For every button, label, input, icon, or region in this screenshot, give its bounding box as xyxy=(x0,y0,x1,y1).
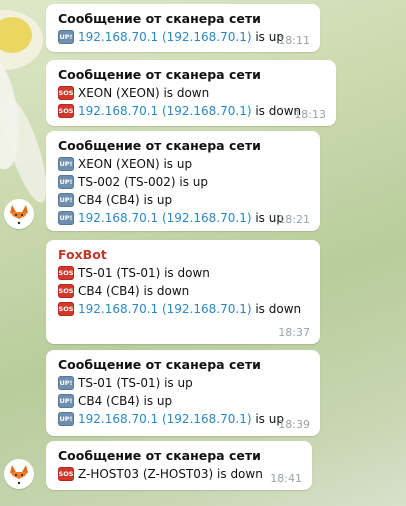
ip-link[interactable]: 192.168.70.1 xyxy=(78,30,158,44)
message-time: 18:37 xyxy=(278,326,310,339)
status-text: Z-HOST03 (Z-HOST03) is down xyxy=(78,467,263,481)
message-sender: Сообщение от сканера сети xyxy=(58,448,261,463)
status-sos-icon: SOS xyxy=(58,86,74,100)
status-text: TS-01 (TS-01) is up xyxy=(78,376,193,390)
message-line: UP! CB4 (CB4) is up xyxy=(58,191,308,209)
ip-link[interactable]: 192.168.70.1 xyxy=(78,211,158,225)
status-up-icon: UP! xyxy=(58,394,74,408)
message-line: UP! TS-01 (TS-01) is up xyxy=(58,374,308,392)
message-line: UP! 192.168.70.1 (192.168.70.1) is up xyxy=(58,28,308,46)
fox-icon xyxy=(10,205,28,225)
status-text: XEON (XEON) is down xyxy=(78,86,210,100)
status-sos-icon: SOS xyxy=(58,104,74,118)
status-text: CB4 (CB4) is up xyxy=(78,193,173,207)
message-time: 18:41 xyxy=(270,472,302,485)
status-text: CB4 (CB4) is down xyxy=(78,284,190,298)
status-up-icon: UP! xyxy=(58,30,74,44)
foxbot-avatar[interactable] xyxy=(4,199,34,229)
message-line: SOS XEON (XEON) is down xyxy=(58,84,324,102)
message-sender: Сообщение от сканера сети xyxy=(58,357,261,372)
message-bubble[interactable]: Сообщение от сканера сети UP! XEON (XEON… xyxy=(46,131,320,231)
status-text: TS-002 (TS-002) is up xyxy=(78,175,208,189)
message-sender: Сообщение от сканера сети xyxy=(58,11,261,26)
message-sender: Сообщение от сканера сети xyxy=(58,67,261,82)
message-line: SOS 192.168.70.1 (192.168.70.1) is down xyxy=(58,300,308,318)
ip-link[interactable]: (192.168.70.1) xyxy=(162,104,252,118)
status-up-icon: UP! xyxy=(58,412,74,426)
ip-link[interactable]: (192.168.70.1) xyxy=(162,211,252,225)
status-sos-icon: SOS xyxy=(58,284,74,298)
message-bubble[interactable]: FoxBot SOS TS-01 (TS-01) is down SOS CB4… xyxy=(46,240,320,344)
status-sos-icon: SOS xyxy=(58,302,74,316)
message-line: UP! 192.168.70.1 (192.168.70.1) is up xyxy=(58,410,308,428)
status-up-icon: UP! xyxy=(58,376,74,390)
message-sender: FoxBot xyxy=(58,247,107,262)
message-line: UP! CB4 (CB4) is up xyxy=(58,392,308,410)
status-text: TS-01 (TS-01) is down xyxy=(78,266,210,280)
message-bubble[interactable]: Сообщение от сканера сети UP! TS-01 (TS-… xyxy=(46,350,320,436)
message-line: SOS TS-01 (TS-01) is down xyxy=(58,264,308,282)
ip-link[interactable]: (192.168.70.1) xyxy=(162,412,252,426)
status-up-icon: UP! xyxy=(58,193,74,207)
ip-link[interactable]: (192.168.70.1) xyxy=(162,302,252,316)
ip-link[interactable]: (192.168.70.1) xyxy=(162,30,252,44)
message-time: 18:21 xyxy=(278,213,310,226)
status-sos-icon: SOS xyxy=(58,467,74,481)
status-text: is down xyxy=(251,302,302,316)
message-line: UP! 192.168.70.1 (192.168.70.1) is up xyxy=(58,209,308,227)
status-up-icon: UP! xyxy=(58,157,74,171)
status-up-icon: UP! xyxy=(58,211,74,225)
fox-icon xyxy=(10,465,28,485)
chat-history[interactable]: Сообщение от сканера сети UP! 192.168.70… xyxy=(0,0,406,506)
status-sos-icon: SOS xyxy=(58,266,74,280)
message-line: UP! TS-002 (TS-002) is up xyxy=(58,173,308,191)
status-text: CB4 (CB4) is up xyxy=(78,394,173,408)
status-text: XEON (XEON) is up xyxy=(78,157,193,171)
message-line: SOS Z-HOST03 (Z-HOST03) is down xyxy=(58,465,300,483)
message-bubble[interactable]: Сообщение от сканера сети SOS XEON (XEON… xyxy=(46,60,336,126)
ip-link[interactable]: 192.168.70.1 xyxy=(78,104,158,118)
message-bubble[interactable]: Сообщение от сканера сети UP! 192.168.70… xyxy=(46,4,320,52)
message-line: SOS 192.168.70.1 (192.168.70.1) is down xyxy=(58,102,324,120)
message-sender: Сообщение от сканера сети xyxy=(58,138,261,153)
status-up-icon: UP! xyxy=(58,175,74,189)
ip-link[interactable]: 192.168.70.1 xyxy=(78,412,158,426)
message-time: 18:13 xyxy=(294,108,326,121)
message-line: UP! XEON (XEON) is up xyxy=(58,155,308,173)
message-time: 18:39 xyxy=(278,418,310,431)
message-bubble[interactable]: Сообщение от сканера сети SOS Z-HOST03 (… xyxy=(46,441,312,490)
message-line: SOS CB4 (CB4) is down xyxy=(58,282,308,300)
message-time: 18:11 xyxy=(278,34,310,47)
foxbot-avatar[interactable] xyxy=(4,459,34,489)
ip-link[interactable]: 192.168.70.1 xyxy=(78,302,158,316)
